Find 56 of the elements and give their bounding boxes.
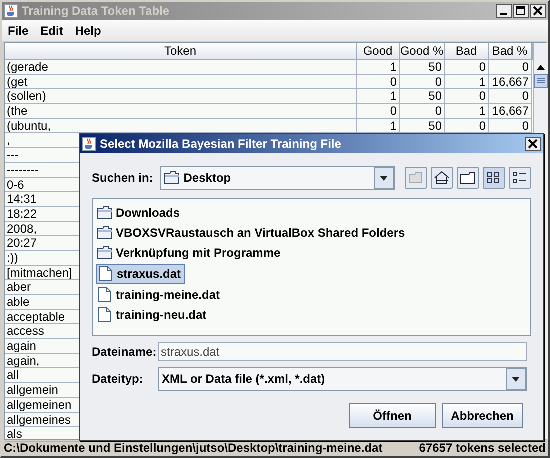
scrollbar-thumb [534, 74, 548, 88]
file-name-field[interactable]: straxus.dat [158, 342, 527, 361]
table-cell: 16,667 [489, 104, 532, 119]
table-cell: 1 [445, 104, 489, 119]
table-cell: 0 [400, 74, 445, 90]
new-folder-button[interactable] [457, 167, 479, 189]
look-in-dropdown[interactable]: Desktop [160, 166, 395, 190]
file-icon [97, 287, 113, 303]
table-cell: 0 [357, 74, 400, 90]
folder-icon [97, 225, 113, 241]
close-button[interactable] [525, 136, 541, 150]
field-label: Dateityp: [92, 372, 144, 386]
table-cell: 1 [445, 74, 489, 90]
cancel-button[interactable]: Abbrechen [442, 403, 523, 428]
file-list-item[interactable]: Downloads [96, 204, 184, 222]
java-cup-icon [4, 4, 18, 18]
status-text: 67657 tokens selected [419, 441, 546, 455]
table-cell: 0 [445, 89, 489, 104]
table-cell: (get [5, 74, 357, 90]
file-icon [97, 307, 113, 323]
dialog-title: Select Mozilla Bayesian Filter Training File [100, 136, 342, 150]
file-list-item[interactable]: straxus.dat [96, 264, 186, 284]
table-cell: 0 [357, 104, 400, 119]
folder-icon [97, 245, 113, 261]
dropdown-value: XML or Data file (*.xml, *.dat) [162, 372, 326, 386]
table-cell: 0 [445, 60, 489, 75]
table-cell: 16,667 [489, 74, 532, 90]
column-header[interactable]: Good % [400, 43, 445, 60]
table-cell: 50 [400, 60, 445, 75]
folder-icon [164, 170, 180, 186]
table-cell: (gerade [5, 60, 357, 75]
status-text: C:\Dokumente und Einstellungen\jutso\Desktop\training-meine.dat [4, 441, 383, 455]
open-button[interactable]: Öffnen [349, 403, 436, 428]
table-cell: (the [5, 104, 357, 119]
details-view-button[interactable] [509, 167, 531, 189]
table-cell: 0 [400, 104, 445, 119]
file-type-dropdown[interactable]: XML or Data file (*.xml, *.dat) [158, 367, 527, 391]
column-header[interactable]: Bad % [489, 43, 532, 60]
column-header[interactable]: Token [5, 43, 357, 60]
table-cell: 0 [489, 60, 532, 75]
table-cell: 50 [400, 89, 445, 104]
menu-item[interactable]: Edit [40, 24, 64, 38]
table-cell: 1 [357, 89, 400, 104]
column-header[interactable]: Bad [445, 43, 489, 60]
menu-item[interactable]: Help [75, 24, 102, 38]
menu-item[interactable]: File [8, 24, 29, 38]
table-cell: 0 [489, 89, 532, 104]
file-icon [98, 266, 114, 282]
home-button[interactable] [431, 167, 453, 189]
column-header[interactable]: Good [357, 43, 400, 60]
table-cell: 1 [357, 60, 400, 75]
table-cell: (sollen) [5, 89, 357, 104]
java-cup-icon [82, 136, 96, 150]
window-title: Training Data Token Table [22, 4, 171, 18]
folder-icon [97, 205, 113, 221]
list-view-button[interactable] [483, 167, 505, 189]
